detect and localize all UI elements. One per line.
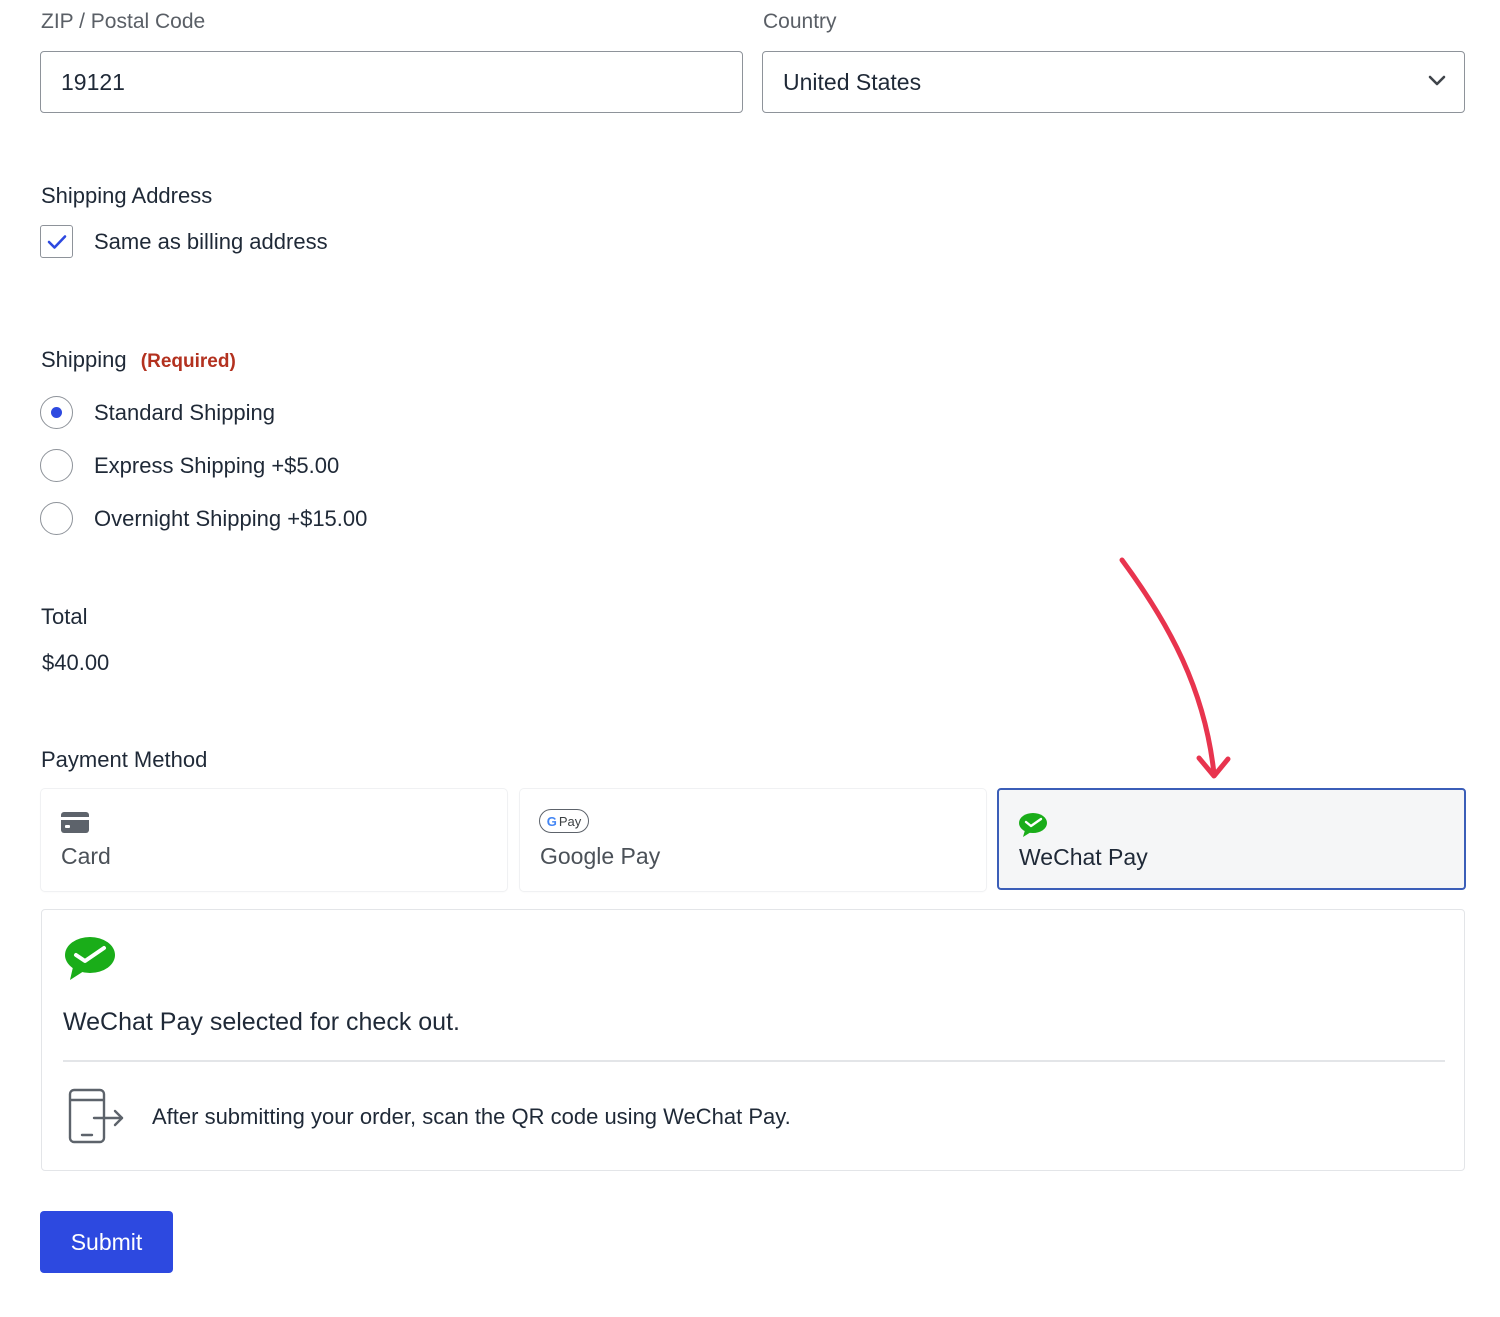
- scan-redirect-icon: [68, 1088, 124, 1144]
- overnight-shipping-radio[interactable]: [40, 502, 73, 535]
- express-shipping-label[interactable]: Express Shipping +$5.00: [94, 453, 339, 479]
- payment-method-title: Payment Method: [41, 747, 208, 772]
- same-as-billing-label[interactable]: Same as billing address: [94, 229, 328, 255]
- google-pay-badge-text: Pay: [558, 813, 582, 829]
- submit-button[interactable]: Submit: [40, 1211, 173, 1273]
- zip-label: ZIP / Postal Code: [41, 10, 206, 33]
- radio-selected-dot: [51, 407, 62, 418]
- google-pay-icon: G Pay: [539, 809, 589, 833]
- wechat-pay-panel: WeChat Pay selected for check out. After…: [41, 909, 1465, 1171]
- wechat-instruction-text: After submitting your order, scan the QR…: [152, 1104, 791, 1129]
- payment-tab-wechat-pay-label: WeChat Pay: [1019, 844, 1148, 870]
- payment-tab-wechat-pay[interactable]: WeChat Pay: [997, 788, 1466, 890]
- same-as-billing-checkbox[interactable]: [40, 225, 73, 258]
- standard-shipping-label[interactable]: Standard Shipping: [94, 400, 275, 426]
- panel-divider: [63, 1060, 1445, 1062]
- express-shipping-radio[interactable]: [40, 449, 73, 482]
- payment-tab-card[interactable]: Card: [41, 789, 507, 891]
- payment-tab-google-pay[interactable]: G Pay Google Pay: [520, 789, 986, 891]
- wechat-logo-icon: [65, 937, 115, 980]
- shipping-address-title: Shipping Address: [41, 183, 213, 208]
- standard-shipping-radio[interactable]: [40, 396, 73, 429]
- wechat-icon: [1019, 813, 1047, 837]
- shipping-title-text: Shipping: [41, 347, 127, 372]
- shipping-title: Shipping (Required): [41, 347, 236, 373]
- payment-tab-card-label: Card: [61, 843, 111, 869]
- payment-tab-google-pay-label: Google Pay: [540, 843, 661, 869]
- total-amount: $40.00: [42, 650, 110, 675]
- country-select-value: United States: [783, 68, 922, 95]
- annotation-arrow-icon: [1119, 557, 1231, 779]
- chevron-down-icon: [1428, 75, 1446, 86]
- total-title: Total: [41, 604, 88, 629]
- wechat-selected-text: WeChat Pay selected for check out.: [63, 1008, 460, 1036]
- required-label: (Required): [140, 351, 236, 372]
- zip-input[interactable]: 19121: [40, 51, 743, 113]
- zip-input-value: 19121: [61, 68, 125, 95]
- country-select[interactable]: United States: [762, 51, 1465, 113]
- overnight-shipping-label[interactable]: Overnight Shipping +$15.00: [94, 506, 367, 532]
- checkmark-icon: [47, 234, 66, 249]
- country-label: Country: [763, 10, 837, 33]
- card-icon: [61, 812, 89, 833]
